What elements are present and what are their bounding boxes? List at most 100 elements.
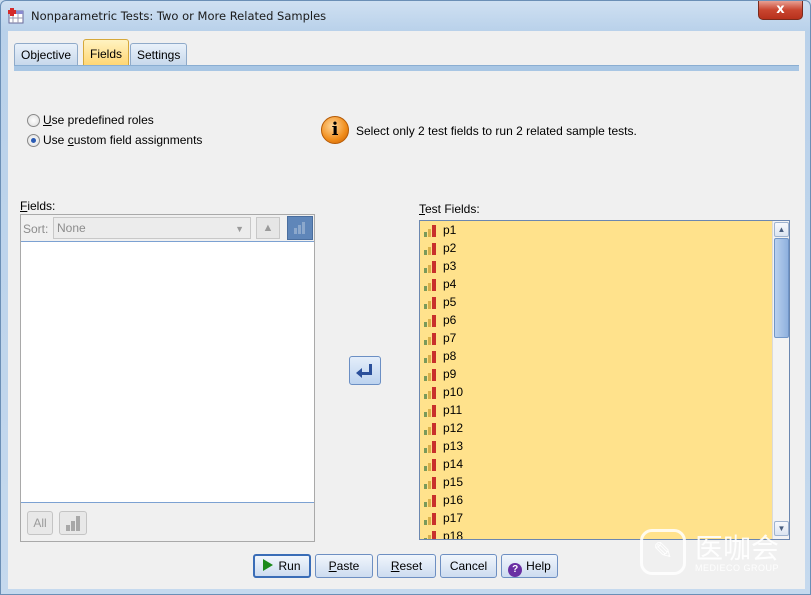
test-fields-list: p1 p2 p3 p4 p5 p6 p7 p8 p9 p10 p11 p12 p13 p14 p15 p16 p… [420, 221, 772, 539]
dialog-body: Objective Fields Settings Use predefined… [8, 31, 805, 589]
title-bar[interactable]: Nonparametric Tests: Two or More Related… [1, 1, 810, 31]
ordinal-measure-icon [424, 315, 436, 327]
tab-settings[interactable]: Settings [130, 43, 188, 67]
help-button[interactable]: ? Help [501, 554, 558, 578]
sort-order-button[interactable]: ▲ [256, 217, 280, 239]
ordinal-measure-icon [424, 495, 436, 507]
test-field-label: p10 [443, 385, 464, 399]
ordinal-measure-icon [424, 405, 436, 417]
ordinal-measure-icon [424, 333, 436, 345]
watermark-subtext: MEDIECO GROUP [695, 563, 780, 573]
tab-panel-border [14, 65, 799, 71]
test-field-label: p18 [443, 529, 464, 539]
test-field-label: p14 [443, 457, 464, 471]
test-field-label: p4 [443, 277, 457, 291]
measure-bars-icon [66, 516, 80, 531]
sort-select[interactable]: None ▼ [53, 217, 251, 239]
test-field-label: p13 [443, 439, 464, 453]
test-field-item[interactable]: p15 [420, 473, 772, 491]
chevron-down-icon: ▼ [235, 224, 244, 234]
sort-alphabetical-button[interactable] [287, 216, 313, 240]
paste-button[interactable]: Paste [315, 554, 373, 578]
ordinal-measure-icon [424, 243, 436, 255]
test-field-item[interactable]: p13 [420, 437, 772, 455]
test-field-item[interactable]: p9 [420, 365, 772, 383]
test-field-item[interactable]: p17 [420, 509, 772, 527]
ordinal-measure-icon [424, 423, 436, 435]
test-fields-listbox[interactable]: p1 p2 p3 p4 p5 p6 p7 p8 p9 p10 p11 p12 p13 p14 p15 p16 p… [419, 220, 790, 540]
test-field-item[interactable]: p16 [420, 491, 772, 509]
test-field-item[interactable]: p7 [420, 329, 772, 347]
radio-label: Use custom field assignments [43, 133, 203, 147]
fields-panel: Sort: None ▼ ▲ All [20, 214, 315, 542]
sort-select-value: None [57, 221, 86, 235]
help-icon: ? [508, 563, 523, 577]
ordinal-measure-icon [424, 477, 436, 489]
test-field-label: p3 [443, 259, 457, 273]
ordinal-measure-icon [424, 297, 436, 309]
window-title: Nonparametric Tests: Two or More Related… [31, 9, 327, 23]
play-icon [263, 559, 274, 571]
test-field-label: p8 [443, 349, 457, 363]
tab-objective[interactable]: Objective [14, 43, 79, 67]
test-field-item[interactable]: p11 [420, 401, 772, 419]
info-message: Select only 2 test fields to run 2 relat… [356, 124, 637, 138]
test-field-item[interactable]: p1 [420, 221, 772, 239]
test-field-item[interactable]: p5 [420, 293, 772, 311]
test-field-item[interactable]: p3 [420, 257, 772, 275]
cancel-button[interactable]: Cancel [440, 554, 497, 578]
ordinal-measure-icon [424, 279, 436, 291]
watermark-text: 医咖会 [695, 532, 780, 565]
run-button[interactable]: Run [253, 554, 311, 578]
test-field-label: p11 [443, 403, 463, 417]
test-field-item[interactable]: p12 [420, 419, 772, 437]
test-field-label: p1 [443, 223, 457, 237]
fields-listbox[interactable] [21, 241, 314, 503]
fields-label: Fields: [20, 199, 56, 213]
test-field-label: p2 [443, 241, 457, 255]
ordinal-measure-icon [424, 369, 436, 381]
test-field-item[interactable]: p4 [420, 275, 772, 293]
test-field-item[interactable]: p14 [420, 455, 772, 473]
select-all-button[interactable]: All [27, 511, 53, 535]
reset-button[interactable]: Reset [377, 554, 436, 578]
arrow-left-icon [356, 364, 372, 378]
sort-label: Sort: [23, 222, 49, 236]
info-icon: i [321, 116, 349, 144]
test-field-label: p15 [443, 475, 464, 489]
up-down-arrows-icon: ▲ [262, 222, 274, 234]
test-field-label: p16 [443, 493, 464, 507]
tab-fields[interactable]: Fields [83, 39, 130, 68]
radio-label: Use predefined roles [43, 113, 154, 127]
close-button[interactable]: x [758, 1, 803, 20]
test-fields-label: Test Fields: [419, 202, 480, 216]
dialog-window: Nonparametric Tests: Two or More Related… [0, 0, 811, 595]
ordinal-measure-icon [424, 459, 436, 471]
ordinal-measure-icon [424, 531, 436, 539]
test-field-label: p9 [443, 367, 457, 381]
test-field-label: p7 [443, 331, 457, 345]
move-to-test-fields-button[interactable] [349, 356, 381, 385]
select-measure-button[interactable] [59, 511, 87, 535]
ordinal-measure-icon [424, 441, 436, 453]
radio-indicator[interactable] [27, 114, 40, 127]
test-field-label: p17 [443, 511, 464, 525]
sort-bar: Sort: None ▼ ▲ [21, 215, 314, 241]
radio-indicator-checked[interactable] [27, 134, 40, 147]
test-field-item[interactable]: p10 [420, 383, 772, 401]
test-field-item[interactable]: p2 [420, 239, 772, 257]
ordinal-measure-icon [424, 351, 436, 363]
scroll-thumb[interactable] [774, 238, 789, 338]
test-field-item[interactable]: p6 [420, 311, 772, 329]
scroll-up-arrow[interactable]: ▲ [774, 222, 789, 237]
test-field-label: p5 [443, 295, 457, 309]
test-field-label: p6 [443, 313, 457, 327]
ordinal-measure-icon [424, 387, 436, 399]
sort-bars-icon [294, 222, 305, 234]
spss-app-icon [8, 8, 24, 24]
vertical-scrollbar[interactable]: ▲ ▼ [772, 221, 789, 539]
ordinal-measure-icon [424, 513, 436, 525]
ordinal-measure-icon [424, 225, 436, 237]
ordinal-measure-icon [424, 261, 436, 273]
test-field-item[interactable]: p8 [420, 347, 772, 365]
